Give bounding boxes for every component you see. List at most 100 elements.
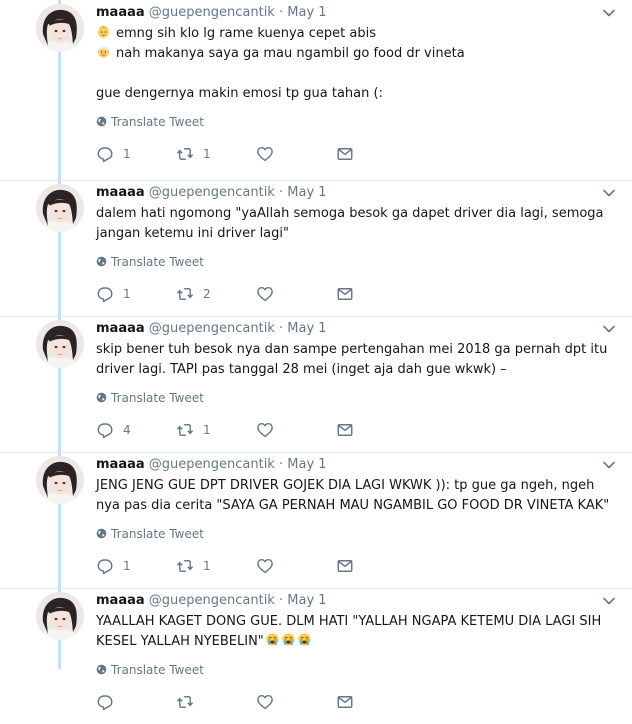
loudly-crying-face-emoji <box>281 632 296 647</box>
translate-tweet-link[interactable]: Translate Tweet <box>96 526 204 542</box>
tweet[interactable]: maaaa @guepengencantik · May 1 emng sih k… <box>0 0 632 181</box>
like-button[interactable] <box>256 144 283 164</box>
translate-tweet-link[interactable]: Translate Tweet <box>96 390 204 406</box>
retweet-button[interactable] <box>176 692 203 712</box>
translate-label[interactable]: Translate Tweet <box>111 391 204 405</box>
avatar[interactable] <box>36 592 84 640</box>
direct-message-button[interactable] <box>336 692 354 712</box>
translate-tweet-link[interactable]: Translate Tweet <box>96 254 204 270</box>
tweet-header: maaaa @guepengencantik · May 1 <box>96 320 327 338</box>
retweet-button[interactable]: 2 <box>176 284 211 304</box>
like-button[interactable] <box>256 420 283 440</box>
tweet-actions: 11 <box>96 556 396 576</box>
user-handle[interactable]: @guepengencantik <box>149 185 275 200</box>
reply-count: 4 <box>123 423 131 437</box>
translate-label[interactable]: Translate Tweet <box>111 663 204 677</box>
avatar[interactable] <box>36 184 84 232</box>
reply-icon <box>96 693 114 711</box>
retweet-icon <box>176 693 194 711</box>
retweet-count: 1 <box>203 423 211 437</box>
avatar[interactable] <box>36 4 84 52</box>
tweet-text-content: emng sih klo lg rame kuenya cepet abis <box>116 26 376 41</box>
heart-icon <box>256 557 274 575</box>
like-button[interactable] <box>256 692 283 712</box>
avatar[interactable] <box>36 456 84 504</box>
more-options-chevron-icon[interactable] <box>602 6 616 20</box>
tweet-header: maaaa @guepengencantik · May 1 <box>96 592 327 610</box>
display-name[interactable]: maaaa <box>96 321 145 336</box>
reply-icon <box>96 557 114 575</box>
heart-icon <box>256 693 274 711</box>
tweet-date[interactable]: May 1 <box>287 185 326 200</box>
reply-icon <box>96 285 114 303</box>
translate-label[interactable]: Translate Tweet <box>111 115 204 129</box>
tweet-text-line: skip bener tuh besok nya dan sampe perte… <box>96 340 612 360</box>
tweet[interactable]: maaaa @guepengencantik · May 1 skip bener… <box>0 316 632 453</box>
tweet-date[interactable]: May 1 <box>287 457 326 472</box>
tweet-text-content: YAALLAH KAGET DONG GUE. DLM HATI "YALLAH… <box>96 614 602 629</box>
globe-icon <box>96 528 107 539</box>
globe-icon <box>96 116 107 127</box>
loudly-crying-face-emoji <box>265 632 280 647</box>
reply-button[interactable]: 4 <box>96 420 131 440</box>
tweet[interactable]: maaaa @guepengencantik · May 1 dalem hati… <box>0 180 632 317</box>
translate-label[interactable]: Translate Tweet <box>111 255 204 269</box>
retweet-button[interactable]: 1 <box>176 144 211 164</box>
heart-icon <box>256 285 274 303</box>
display-name[interactable]: maaaa <box>96 185 145 200</box>
user-handle[interactable]: @guepengencantik <box>149 593 275 608</box>
avatar[interactable] <box>36 320 84 368</box>
direct-message-button[interactable] <box>336 284 354 304</box>
display-name[interactable]: maaaa <box>96 457 145 472</box>
more-options-chevron-icon[interactable] <box>602 458 616 472</box>
reply-button[interactable]: 1 <box>96 556 131 576</box>
tweet[interactable]: maaaa @guepengencantik · May 1 JENG JENG … <box>0 452 632 589</box>
reply-count: 1 <box>123 147 131 161</box>
more-options-chevron-icon[interactable] <box>602 322 616 336</box>
tweet-text-content: skip bener tuh besok nya dan sampe perte… <box>96 342 608 357</box>
retweet-icon <box>176 421 194 439</box>
translate-tweet-link[interactable]: Translate Tweet <box>96 114 204 130</box>
reply-button[interactable] <box>96 692 123 712</box>
tweet-date[interactable]: May 1 <box>287 5 326 20</box>
globe-icon <box>96 664 107 675</box>
direct-message-button[interactable] <box>336 420 354 440</box>
retweet-button[interactable]: 1 <box>176 420 211 440</box>
reply-button[interactable]: 1 <box>96 284 131 304</box>
direct-message-button[interactable] <box>336 556 354 576</box>
translate-label[interactable]: Translate Tweet <box>111 527 204 541</box>
tweet-text-line: jangan ketemu ini driver lagi" <box>96 224 612 244</box>
tweet-text-line: nah makanya saya ga mau ngambil go food … <box>96 44 612 64</box>
tweet-text-content: nya pas dia cerita "SAYA GA PERNAH MAU N… <box>96 498 610 513</box>
tweet-text-content: JENG JENG GUE DPT DRIVER GOJEK DIA LAGI … <box>96 478 595 493</box>
retweet-count: 1 <box>203 559 211 573</box>
reply-count: 1 <box>123 287 131 301</box>
tweet-text-line: JENG JENG GUE DPT DRIVER GOJEK DIA LAGI … <box>96 476 612 496</box>
separator-dot: · <box>278 321 284 336</box>
tweet-date[interactable]: May 1 <box>287 593 326 608</box>
tweet-text-content: gue dengernya makin emosi tp gua tahan (… <box>96 86 383 101</box>
like-button[interactable] <box>256 284 283 304</box>
tweet-text-line: driver lagi. TAPI pas tanggal 28 mei (in… <box>96 360 612 380</box>
user-handle[interactable]: @guepengencantik <box>149 321 275 336</box>
tweet[interactable]: maaaa @guepengencantik · May 1 YAALLAH KA… <box>0 588 632 724</box>
tweet-header: maaaa @guepengencantik · May 1 <box>96 184 327 202</box>
tweet-text: emng sih klo lg rame kuenya cepet abis na… <box>96 24 612 104</box>
more-options-chevron-icon[interactable] <box>602 186 616 200</box>
retweet-button[interactable]: 1 <box>176 556 211 576</box>
tweet-text: skip bener tuh besok nya dan sampe perte… <box>96 340 612 380</box>
translate-tweet-link[interactable]: Translate Tweet <box>96 662 204 678</box>
tweet-date[interactable]: May 1 <box>287 321 326 336</box>
tweet-text-line: nya pas dia cerita "SAYA GA PERNAH MAU N… <box>96 496 612 516</box>
display-name[interactable]: maaaa <box>96 5 145 20</box>
envelope-icon <box>336 145 354 163</box>
more-options-chevron-icon[interactable] <box>602 594 616 608</box>
display-name[interactable]: maaaa <box>96 593 145 608</box>
user-handle[interactable]: @guepengencantik <box>149 457 275 472</box>
like-button[interactable] <box>256 556 283 576</box>
user-handle[interactable]: @guepengencantik <box>149 5 275 20</box>
reply-button[interactable]: 1 <box>96 144 131 164</box>
separator-dot: · <box>278 5 284 20</box>
direct-message-button[interactable] <box>336 144 354 164</box>
